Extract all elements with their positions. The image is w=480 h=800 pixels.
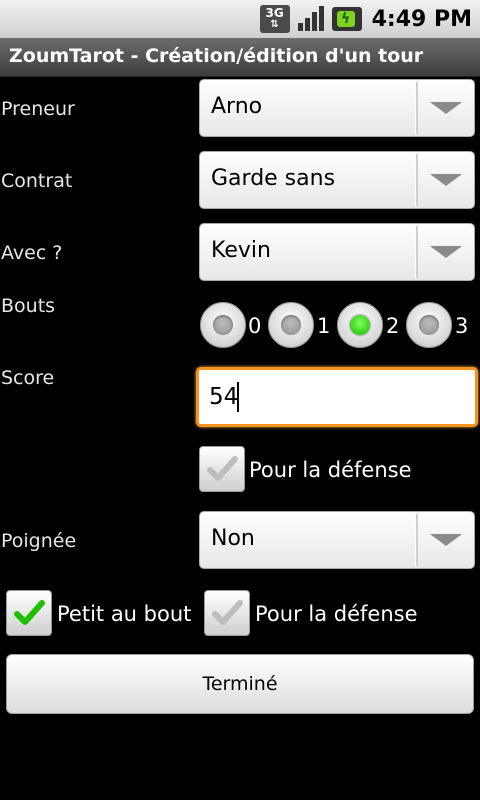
dropdown-arrow-icon: [430, 534, 462, 546]
signal-icon: [296, 5, 326, 33]
poignee-label: Poignée: [1, 530, 77, 552]
petit-defense-label: Pour la défense: [255, 602, 418, 626]
petit-au-bout-checkbox[interactable]: [6, 590, 52, 636]
contrat-spinner[interactable]: Garde sans: [199, 151, 475, 209]
battery-charging-icon: ϟ: [331, 7, 362, 31]
poignee-spinner[interactable]: Non: [199, 511, 475, 569]
status-time: 4:49 PM: [371, 6, 472, 32]
status-bar: 3G ⇅ ϟ 4:49 PM: [0, 0, 480, 38]
bouts-label: Bouts: [1, 295, 56, 317]
done-button-label: Terminé: [202, 673, 278, 695]
bouts-option-label: 1: [317, 314, 331, 338]
bouts-radio-0[interactable]: [200, 302, 246, 348]
bouts-option-label: 2: [386, 314, 400, 338]
score-defense-checkbox[interactable]: [199, 446, 245, 492]
avec-spinner[interactable]: Kevin: [199, 223, 475, 281]
contrat-label: Contrat: [1, 170, 73, 192]
preneur-spinner[interactable]: Arno: [199, 79, 475, 137]
score-defense-label: Pour la défense: [249, 458, 412, 482]
petit-defense-checkbox[interactable]: [204, 590, 250, 636]
text-cursor: [237, 382, 239, 412]
preneur-label: Preneur: [1, 98, 75, 120]
poignee-value: Non: [211, 526, 255, 551]
dropdown-arrow-icon: [430, 246, 462, 258]
bouts-radio-1[interactable]: [268, 302, 314, 348]
contrat-value: Garde sans: [211, 166, 336, 191]
petit-au-bout-label: Petit au bout: [57, 602, 192, 626]
3g-icon: 3G ⇅: [259, 5, 290, 33]
dropdown-arrow-icon: [430, 102, 462, 114]
bouts-option-label: 3: [455, 314, 469, 338]
score-value: 54: [209, 384, 239, 410]
dropdown-arrow-icon: [430, 174, 462, 186]
check-icon: [212, 600, 243, 625]
preneur-value: Arno: [211, 94, 263, 119]
check-icon: [207, 456, 238, 481]
bouts-radio-2[interactable]: [337, 302, 383, 348]
bouts-radio-3[interactable]: [406, 302, 452, 348]
avec-label: Avec ?: [1, 242, 63, 264]
done-button[interactable]: Terminé: [6, 654, 474, 714]
title-bar: ZoumTarot - Création/édition d'un tour: [0, 38, 480, 77]
bouts-option-label: 0: [248, 314, 262, 338]
page-title: ZoumTarot - Création/édition d'un tour: [9, 45, 424, 67]
avec-value: Kevin: [211, 238, 271, 263]
score-input[interactable]: 54: [196, 367, 478, 427]
check-icon: [14, 600, 45, 625]
score-label: Score: [1, 367, 55, 389]
